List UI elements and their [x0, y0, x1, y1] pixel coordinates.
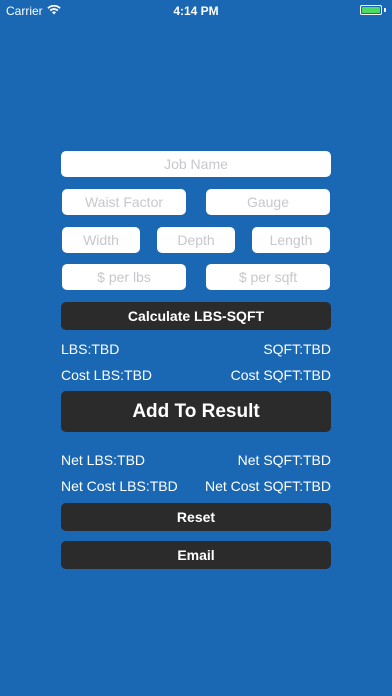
price-per-lbs-input[interactable] [62, 264, 186, 290]
net-lbs-label: Net LBS:TBD [61, 452, 146, 468]
cost-lbs-label: Cost LBS:TBD [61, 367, 153, 383]
clock: 4:14 PM [173, 4, 219, 18]
cost-sqft-label: Cost SQFT:TBD [230, 367, 331, 383]
battery-tip [384, 8, 386, 12]
length-input[interactable] [252, 227, 330, 253]
sqft-label: SQFT:TBD [263, 341, 331, 357]
add-to-result-button[interactable]: Add To Result [61, 391, 331, 432]
depth-input[interactable] [157, 227, 235, 253]
gauge-input[interactable] [206, 189, 330, 215]
job-name-input[interactable] [61, 151, 331, 177]
lbs-label: LBS:TBD [61, 341, 120, 357]
net-sqft-label: Net SQFT:TBD [237, 452, 331, 468]
email-button[interactable]: Email [61, 541, 331, 569]
battery-icon [360, 5, 382, 15]
net-cost-lbs-label: Net Cost LBS:TBD [61, 478, 178, 494]
waist-factor-input[interactable] [62, 189, 186, 215]
net-cost-sqft-label: Net Cost SQFT:TBD [204, 478, 331, 494]
status-bar: Carrier 4:14 PM [0, 0, 392, 20]
calculate-button[interactable]: Calculate LBS-SQFT [61, 302, 331, 330]
reset-button[interactable]: Reset [61, 503, 331, 531]
price-per-sqft-input[interactable] [206, 264, 330, 290]
width-input[interactable] [62, 227, 140, 253]
